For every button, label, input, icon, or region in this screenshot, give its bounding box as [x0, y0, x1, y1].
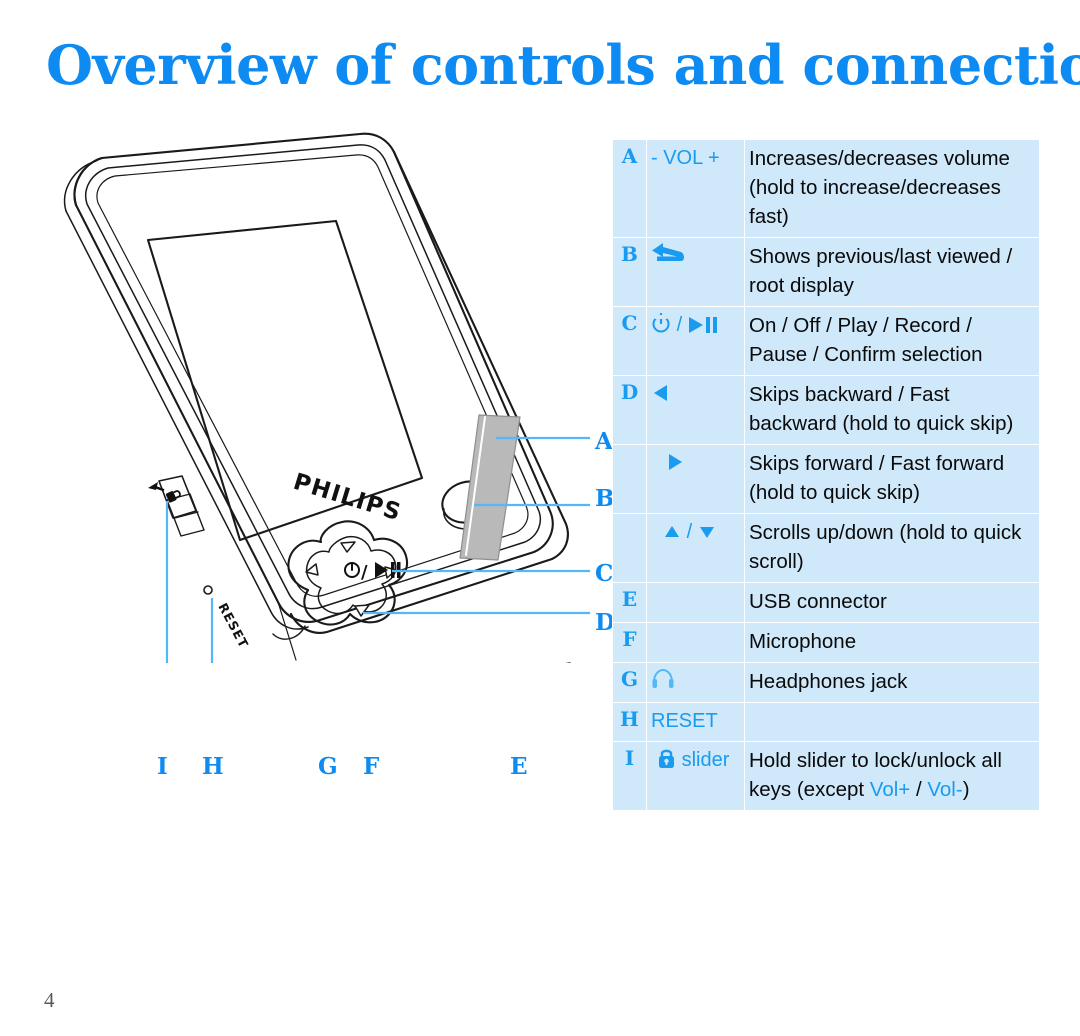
- row-letter: D: [612, 375, 647, 445]
- desc-part: /: [910, 778, 928, 801]
- table-row: I slider Hold slider to lock/unlock all …: [612, 741, 1040, 811]
- power-play-marking: /: [344, 562, 401, 583]
- row-letter: [612, 513, 647, 583]
- row-symbol: RESET: [646, 702, 745, 742]
- row-description: Microphone: [744, 622, 1040, 663]
- device-side-wall-edge: [319, 510, 554, 621]
- triangle-down-icon: [698, 523, 716, 541]
- row-symbol: [646, 662, 745, 703]
- row-letter: E: [612, 582, 647, 623]
- row-description: Skips forward / Fast forward (hold to qu…: [744, 444, 1040, 514]
- row-letter: A: [612, 139, 647, 238]
- callout-letter-e: E: [510, 753, 528, 780]
- row-description: Headphones jack: [744, 662, 1040, 703]
- row-letter: G: [612, 662, 647, 703]
- device-left-wall-outer: [63, 160, 97, 212]
- lock-slider-line: [174, 511, 199, 519]
- row-letter: H: [612, 702, 647, 742]
- row-description: USB connector: [744, 582, 1040, 623]
- nav-up-triangle: [340, 541, 356, 553]
- row-description: Shows previous/last viewed / root displa…: [744, 237, 1040, 307]
- row-symbol: /: [646, 513, 745, 583]
- triangle-left-icon: [651, 383, 671, 403]
- device-left-wall-line2: [75, 204, 279, 603]
- table-row: H RESET: [612, 702, 1040, 742]
- table-row: C / On / Off / Play / Record / Pause / C…: [612, 306, 1040, 376]
- callout-letter-h: H: [202, 753, 224, 780]
- table-row: E USB connector: [612, 582, 1040, 623]
- headphones-icon: [651, 668, 675, 690]
- triangle-right-icon: [665, 452, 685, 472]
- vol-label: - VOL +: [651, 147, 720, 169]
- table-row: B Shows previous/last viewed / root disp…: [612, 237, 1040, 307]
- row-description: On / Off / Play / Record / Pause / Confi…: [744, 306, 1040, 376]
- power-icon: [651, 312, 671, 334]
- lock-slider-marking: [148, 482, 181, 503]
- table-row: Skips forward / Fast forward (hold to qu…: [612, 444, 1040, 514]
- reset-label: RESET: [651, 710, 718, 732]
- play-pause-icon: [688, 316, 718, 334]
- back-arrow-icon: [651, 242, 685, 268]
- callout-letter-a: A: [595, 428, 613, 455]
- row-symbol: [646, 622, 745, 663]
- table-row: A - VOL + Increases/decreases volume (ho…: [612, 139, 1040, 238]
- reset-label: RESET: [215, 600, 251, 651]
- row-symbol: [646, 582, 745, 623]
- row-letter: [612, 444, 647, 514]
- row-description: Skips backward / Fast backward (hold to …: [744, 375, 1040, 445]
- table-row: F Microphone: [612, 622, 1040, 663]
- page-title: Overview of controls and connections: [46, 33, 1080, 97]
- callout-letter-c: C: [595, 560, 614, 587]
- row-letter: C: [612, 306, 647, 376]
- screen-edge-top: [147, 220, 337, 241]
- row-symbol: - VOL +: [646, 139, 745, 238]
- row-letter: I: [612, 741, 647, 811]
- row-description: Scrolls up/down (hold to quick scroll): [744, 513, 1040, 583]
- bottom-band-left: [277, 601, 297, 661]
- page-number: 4: [44, 988, 55, 1012]
- row-description: Hold slider to lock/unlock all keys (exc…: [744, 741, 1040, 811]
- device-left-top-corner: [73, 156, 104, 207]
- row-description: [744, 702, 1040, 742]
- triangle-up-icon: [663, 523, 681, 541]
- callout-letter-g: G: [318, 753, 338, 780]
- separator-slash: /: [676, 314, 683, 336]
- row-letter: B: [612, 237, 647, 307]
- vol-plus-highlight: Vol+: [869, 778, 911, 801]
- navigation-pad-inner: [305, 535, 397, 615]
- row-symbol: [646, 375, 745, 445]
- slider-label: slider: [681, 749, 730, 771]
- reset-hole: [203, 585, 213, 595]
- row-symbol: /: [646, 306, 745, 376]
- row-description: Increases/decreases volume (hold to incr…: [744, 139, 1040, 238]
- row-symbol: slider: [646, 741, 745, 811]
- row-letter: F: [612, 622, 647, 663]
- nav-down-triangle: [354, 604, 370, 617]
- table-row: D Skips backward / Fast backward (hold t…: [612, 375, 1040, 445]
- callout-letter-f: F: [363, 753, 380, 780]
- separator-slash: /: [686, 521, 693, 543]
- vol-minus-highlight: Vol-: [927, 778, 963, 801]
- svg-text:/: /: [361, 562, 368, 583]
- desc-part: ): [962, 778, 970, 801]
- table-row: / Scrolls up/down (hold to quick scroll): [612, 513, 1040, 583]
- row-symbol: [646, 237, 745, 307]
- device-left-wall-line: [65, 210, 309, 630]
- callout-letter-i: I: [157, 753, 168, 780]
- row-symbol: [646, 444, 745, 514]
- controls-table: A - VOL + Increases/decreases volume (ho…: [612, 139, 1040, 811]
- table-row: G Headphones jack: [612, 662, 1040, 703]
- device-illustration: PHILIPS RESET / A B C D E F G H I: [30, 128, 615, 780]
- lock-icon: [657, 748, 676, 769]
